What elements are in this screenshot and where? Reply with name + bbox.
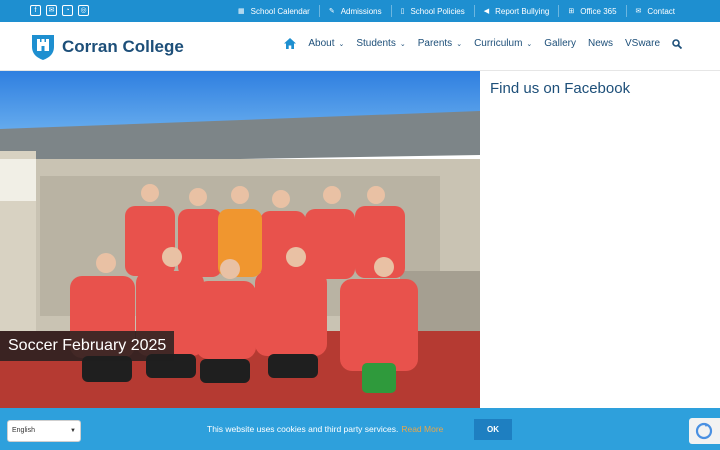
crest-icon xyxy=(32,35,54,60)
facebook-icon[interactable]: f xyxy=(30,5,41,16)
nav-students[interactable]: Students ⌄ xyxy=(356,38,405,49)
email-icon[interactable]: ✉ xyxy=(46,5,57,16)
main-nav: About ⌄ Students ⌄ Parents ⌄ Curriculum ⌄ Ga… xyxy=(284,38,682,49)
envelope-icon: ✉ xyxy=(635,8,642,15)
nav-curriculum[interactable]: Curriculum ⌄ xyxy=(474,38,532,49)
chevron-down-icon: ▼ xyxy=(70,428,76,434)
top-link-report-bullying[interactable]: ◀ Report Bullying xyxy=(473,5,559,17)
hero-slider[interactable]: Soccer February 2025 xyxy=(0,71,480,411)
top-link-admissions[interactable]: ✎ Admissions xyxy=(318,5,391,17)
search-icon[interactable] xyxy=(672,38,682,49)
nav-gallery[interactable]: Gallery xyxy=(544,38,576,49)
social-links: f ✉ ◔ ◎ xyxy=(30,5,89,16)
nav-vsware[interactable]: VSware xyxy=(625,38,660,49)
top-link-office-365[interactable]: ⊞ Office 365 xyxy=(558,5,625,17)
home-icon[interactable] xyxy=(284,38,297,49)
windows-icon: ⊞ xyxy=(568,8,575,15)
language-select[interactable]: English ▼ xyxy=(7,420,81,442)
top-link-school-calendar[interactable]: ▦ School Calendar xyxy=(229,5,319,17)
megaphone-icon: ◀ xyxy=(483,8,490,15)
chevron-down-icon: ⌄ xyxy=(338,40,345,48)
rss-icon[interactable]: ◔ xyxy=(62,5,73,16)
top-link-school-policies[interactable]: ▯ School Policies xyxy=(390,5,474,17)
document-icon: ▯ xyxy=(400,8,405,15)
site-logo[interactable]: Corran College xyxy=(30,33,184,61)
nav-news[interactable]: News xyxy=(588,38,613,49)
pencil-icon: ✎ xyxy=(328,8,335,15)
logo-text: Corran College xyxy=(62,37,184,56)
top-link-contact[interactable]: ✉ Contact xyxy=(625,5,684,17)
chevron-down-icon: ⌄ xyxy=(456,40,463,48)
nav-about[interactable]: About ⌄ xyxy=(308,38,344,49)
chevron-down-icon: ⌄ xyxy=(526,40,533,48)
instagram-icon[interactable]: ◎ xyxy=(78,5,89,16)
cookie-banner: This website uses cookies and third part… xyxy=(0,408,720,450)
cookie-message: This website uses cookies and third part… xyxy=(207,424,444,434)
site-header: Corran College About ⌄ Students ⌄ Parents ⌄… xyxy=(0,22,720,71)
top-links: ▦ School Calendar ✎ Admissions ▯ School Pol… xyxy=(229,0,684,22)
cookie-ok-button[interactable]: OK xyxy=(474,419,512,440)
chevron-down-icon: ⌄ xyxy=(399,40,406,48)
nav-parents[interactable]: Parents ⌄ xyxy=(418,38,462,49)
recaptcha-icon xyxy=(695,422,713,440)
recaptcha-badge[interactable] xyxy=(689,418,720,444)
read-more-link[interactable]: Read More xyxy=(401,424,443,434)
facebook-widget-title: Find us on Facebook xyxy=(490,80,631,97)
hero-caption: Soccer February 2025 xyxy=(0,331,175,361)
top-bar: f ✉ ◔ ◎ ▦ School Calendar ✎ Admissions ▯ Sc… xyxy=(0,0,720,22)
calendar-icon: ▦ xyxy=(238,8,245,15)
